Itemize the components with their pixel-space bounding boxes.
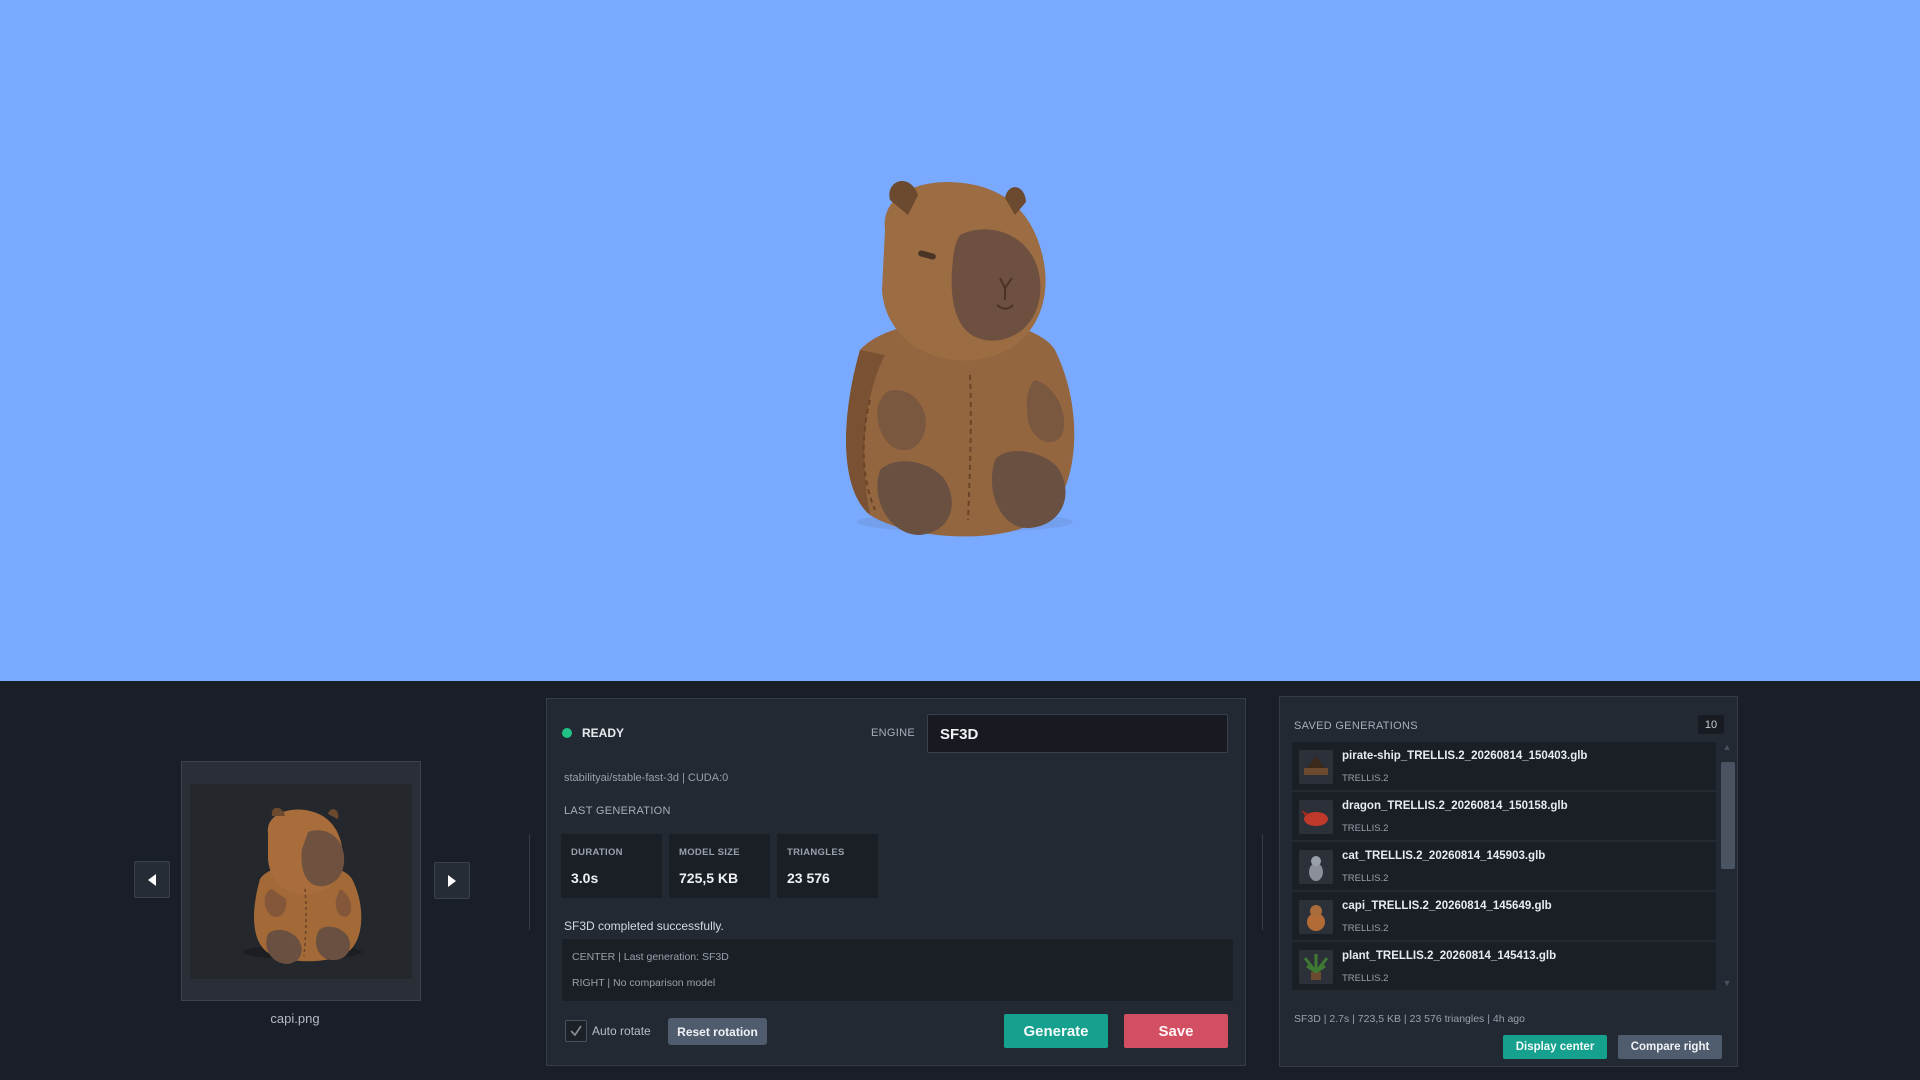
duration-label: DURATION: [571, 847, 623, 858]
list-item[interactable]: dragon_TRELLIS.2_20260814_150158.glb TRE…: [1292, 792, 1716, 840]
model-size-label: MODEL SIZE: [679, 847, 740, 858]
list-item[interactable]: cat_TRELLIS.2_20260814_145903.glb TRELLI…: [1292, 842, 1716, 890]
saved-count-badge: 10: [1698, 715, 1724, 734]
duration-value: 3.0s: [571, 870, 599, 886]
duration-stat: DURATION 3.0s: [561, 834, 662, 898]
selected-model-meta: SF3D | 2.7s | 723,5 KB | 23 576 triangle…: [1294, 1013, 1525, 1025]
model-engine: TRELLIS.2: [1342, 973, 1389, 984]
model-thumbnail: [1299, 800, 1333, 834]
arrow-right-icon: [448, 874, 456, 887]
model-filename: dragon_TRELLIS.2_20260814_150158.glb: [1342, 800, 1568, 812]
model-engine: TRELLIS.2: [1342, 873, 1389, 884]
arrow-left-icon: [148, 873, 156, 886]
result-message: SF3D completed successfully.: [564, 919, 724, 933]
previous-image-button[interactable]: [134, 861, 170, 898]
compare-right-button[interactable]: Compare right: [1618, 1035, 1722, 1059]
input-image-preview: [181, 761, 421, 1001]
model-engine: TRELLIS.2: [1342, 823, 1389, 834]
model-filename: capi_TRELLIS.2_20260814_145649.glb: [1342, 900, 1552, 912]
model-thumbnail: [1299, 950, 1333, 984]
generation-panel: READY ENGINE SF3D stabilityai/stable-fas…: [546, 698, 1246, 1066]
3d-viewport[interactable]: [0, 0, 1920, 681]
triangles-label: TRIANGLES: [787, 847, 845, 858]
auto-rotate-label[interactable]: Auto rotate: [592, 1024, 651, 1038]
saved-generations-panel: SAVED GENERATIONS 10 pirate-ship_TRELLIS…: [1279, 696, 1738, 1067]
scrollbar[interactable]: ▲ ▼: [1720, 742, 1735, 992]
capybara-model[interactable]: [800, 160, 1130, 560]
model-size-value: 725,5 KB: [679, 870, 739, 886]
next-image-button[interactable]: [434, 862, 470, 899]
check-icon: [570, 1025, 582, 1037]
list-item[interactable]: pirate-ship_TRELLIS.2_20260814_150403.gl…: [1292, 742, 1716, 790]
model-size-stat: MODEL SIZE 725,5 KB: [669, 834, 770, 898]
bottom-panel: capi.png READY ENGINE SF3D stabilityai/s…: [0, 681, 1920, 1080]
log-line: RIGHT | No comparison model: [572, 977, 716, 989]
save-button[interactable]: Save: [1124, 1014, 1228, 1048]
model-filename: pirate-ship_TRELLIS.2_20260814_150403.gl…: [1342, 750, 1588, 762]
divider: [1262, 834, 1263, 930]
status-label: READY: [582, 726, 625, 740]
auto-rotate-checkbox[interactable]: [565, 1020, 587, 1042]
reset-rotation-button[interactable]: Reset rotation: [668, 1018, 767, 1045]
input-image-filename: capi.png: [270, 1011, 320, 1026]
status-indicator-icon: [562, 728, 572, 738]
scrollbar-thumb[interactable]: [1721, 762, 1735, 869]
saved-generations-list[interactable]: pirate-ship_TRELLIS.2_20260814_150403.gl…: [1292, 742, 1716, 992]
last-generation-title: LAST GENERATION: [564, 805, 671, 817]
model-engine: TRELLIS.2: [1342, 923, 1389, 934]
input-image: [190, 784, 412, 979]
scroll-down-icon[interactable]: ▼: [1720, 978, 1734, 992]
triangles-stat: TRIANGLES 23 576: [777, 834, 878, 898]
model-thumbnail: [1299, 850, 1333, 884]
model-info: stabilityai/stable-fast-3d | CUDA:0: [564, 772, 729, 784]
divider: [529, 834, 530, 930]
engine-label: ENGINE: [871, 727, 915, 739]
list-item[interactable]: plant_TRELLIS.2_20260814_145413.glb TREL…: [1292, 942, 1716, 990]
display-center-button[interactable]: Display center: [1503, 1035, 1607, 1059]
list-item[interactable]: capi_TRELLIS.2_20260814_145649.glb TRELL…: [1292, 892, 1716, 940]
triangles-value: 23 576: [787, 870, 830, 886]
log-box: CENTER | Last generation: SF3D RIGHT | N…: [562, 939, 1233, 1001]
model-engine: TRELLIS.2: [1342, 773, 1389, 784]
model-filename: plant_TRELLIS.2_20260814_145413.glb: [1342, 950, 1557, 962]
model-thumbnail: [1299, 750, 1333, 784]
saved-generations-title: SAVED GENERATIONS: [1294, 720, 1418, 732]
model-filename: cat_TRELLIS.2_20260814_145903.glb: [1342, 850, 1546, 862]
generate-button[interactable]: Generate: [1004, 1014, 1108, 1048]
engine-select[interactable]: SF3D: [927, 714, 1228, 753]
model-thumbnail: [1299, 900, 1333, 934]
log-line: CENTER | Last generation: SF3D: [572, 951, 729, 963]
scroll-up-icon[interactable]: ▲: [1720, 742, 1734, 756]
